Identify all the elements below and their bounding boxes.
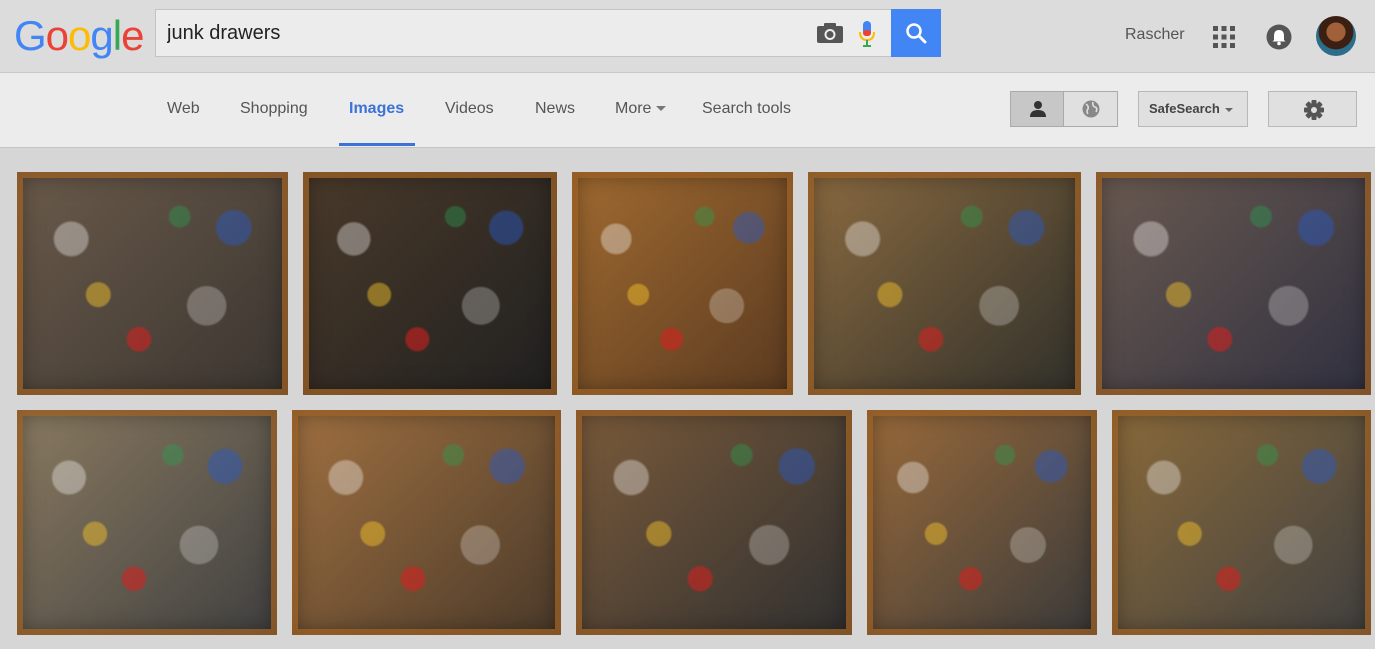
search-input[interactable] — [156, 10, 796, 56]
tab-web[interactable]: Web — [167, 100, 200, 118]
tab-videos[interactable]: Videos — [445, 100, 494, 118]
result-image-6[interactable] — [17, 410, 277, 635]
logo-letter: e — [121, 12, 144, 59]
tab-search-tools[interactable]: Search tools — [702, 100, 791, 118]
search-box — [155, 9, 891, 57]
safesearch-label: SafeSearch — [1149, 101, 1220, 116]
active-tab-indicator — [339, 143, 415, 146]
result-image-8[interactable] — [576, 410, 852, 635]
logo-letter: o — [45, 12, 69, 59]
tab-more-label: More — [615, 100, 652, 117]
result-image-10[interactable] — [1112, 410, 1371, 635]
safesearch-button[interactable]: SafeSearch — [1138, 91, 1248, 127]
chevron-down-icon — [1224, 107, 1233, 112]
settings-button[interactable] — [1268, 91, 1357, 127]
result-image-4[interactable] — [808, 172, 1081, 395]
tab-shopping[interactable]: Shopping — [240, 100, 308, 118]
notifications-bell-icon[interactable] — [1266, 24, 1292, 50]
tab-images[interactable]: Images — [349, 100, 404, 118]
tab-news[interactable]: News — [535, 100, 575, 118]
gear-icon — [1304, 100, 1324, 120]
logo-letter: l — [112, 12, 122, 59]
google-logo[interactable]: Google — [14, 12, 144, 60]
result-image-1[interactable] — [17, 172, 288, 395]
search-button[interactable] — [891, 9, 941, 57]
search-nav-bar: Web Shopping Images Videos News More Sea… — [0, 72, 1375, 148]
result-image-9[interactable] — [867, 410, 1097, 635]
result-image-5[interactable] — [1096, 172, 1371, 395]
chevron-down-icon — [656, 106, 667, 112]
logo-letter: o — [68, 12, 91, 59]
user-avatar[interactable] — [1316, 16, 1356, 56]
person-icon — [1030, 101, 1046, 117]
personal-results-toggle[interactable] — [1010, 91, 1064, 127]
logo-letter: G — [14, 12, 47, 59]
logo-letter: g — [90, 12, 113, 59]
top-header: Google Rascher — [0, 0, 1375, 72]
result-image-3[interactable] — [572, 172, 793, 395]
global-results-toggle[interactable] — [1064, 91, 1118, 127]
apps-grid-icon[interactable] — [1212, 25, 1236, 49]
camera-icon[interactable] — [816, 22, 844, 44]
microphone-icon[interactable] — [856, 20, 878, 48]
search-icon — [906, 23, 927, 44]
result-image-7[interactable] — [292, 410, 561, 635]
result-image-2[interactable] — [303, 172, 557, 395]
user-name[interactable]: Rascher — [1125, 26, 1185, 44]
globe-icon — [1082, 100, 1100, 118]
tab-more[interactable]: More — [615, 100, 667, 118]
